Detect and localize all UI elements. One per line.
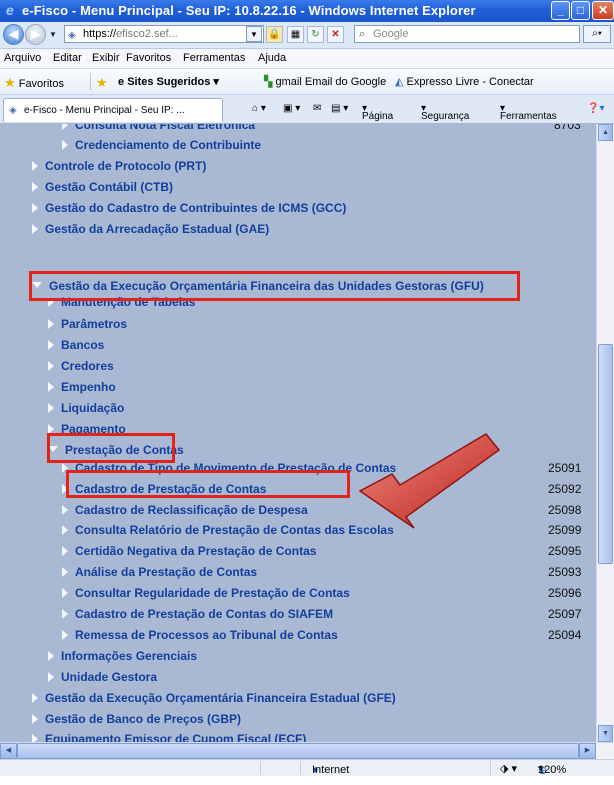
vertical-scrollbar[interactable]: ▲ ▼ [596,124,614,742]
scroll-down-button[interactable]: ▼ [598,725,613,742]
tab-label: e-Fisco - Menu Principal - Seu IP: ... [24,105,185,116]
menu-editar[interactable]: Editar [53,52,82,64]
tab-bar: ◈ e-Fisco - Menu Principal - Seu IP: ... … [0,95,614,124]
expresso-link[interactable]: ◭ Expresso Livre - Conectar [395,75,534,88]
mail-icon[interactable]: ✉ [313,103,321,114]
browser-window: e e-Fisco - Menu Principal - Seu IP: 10.… [0,0,614,776]
forward-button[interactable]: ▶ [25,24,46,45]
url-prefix: https:// [83,28,117,40]
vertical-scroll-thumb[interactable] [598,344,613,564]
back-button[interactable]: ◀ [3,24,24,45]
address-dropdown-button[interactable]: ▼ [246,26,262,42]
add-favorites-icon[interactable]: ★ [96,75,108,91]
refresh-icon[interactable]: ↻ [307,26,324,43]
search-button[interactable]: ⌕▾ [583,25,611,43]
expresso-icon: ◭ [395,76,404,88]
zoom-label: 120% [538,764,567,776]
horizontal-scroll-thumb[interactable] [17,743,579,759]
favorites-bar: ★ Favoritos ★ e Sites Sugeridos ▾ ▚ gmai… [0,69,614,95]
menu-content: Consulta Nota Fiscal Eletrônica 8703 Crede… [0,124,596,742]
page-favicon-icon: ◈ [68,30,76,41]
status-bar: ● Internet ⬗ ▾ ⊕ 120% ▾ [0,759,614,776]
address-toolbar: ◀ ▶ ▼ ◈ https://efisco2.sef... ▼ 🔒 ▦ ↻ ✕ … [0,22,614,49]
page-menu-label: Página [362,111,394,122]
status-divider [260,761,261,775]
close-button[interactable]: ✕ [592,1,614,20]
favorites-label: Favoritos [18,78,64,90]
scroll-up-button[interactable]: ▲ [598,124,613,141]
menu-exibir[interactable]: Exibir [92,52,120,64]
zone-label: Internet [312,764,350,776]
suggested-sites-label: Sites Sugeridos [127,76,211,88]
ie-logo-icon: e [6,2,14,18]
url-host: efisco2.sef... [116,28,178,40]
stop-icon[interactable]: ✕ [327,26,344,43]
scroll-left-button[interactable]: ◀ [0,743,17,759]
gmail-link[interactable]: ▚ gmail Email do Google [264,75,386,88]
search-input[interactable]: ⌕ Google [354,25,580,43]
scroll-right-button[interactable]: ▶ [579,743,596,759]
status-divider [300,761,301,775]
menu-ajuda[interactable]: Ajuda [258,52,286,64]
lock-icon[interactable]: 🔒 [266,26,283,43]
favorites-button[interactable]: ★ Favoritos [4,75,64,91]
security-menu-button[interactable]: Segurança ▾ [421,103,469,122]
search-placeholder: Google [373,28,409,40]
menu-ferramentas[interactable]: Ferramentas [183,52,245,64]
gmail-label: gmail Email do Google [275,76,387,88]
tools-menu-label: Ferramentas [500,111,557,122]
tools-menu-button[interactable]: Ferramentas ▾ [500,103,557,122]
suggested-sites-button[interactable]: e Sites Sugeridos ▾ [118,75,219,88]
expresso-label: Expresso Livre - Conectar [406,76,534,88]
zoom-button[interactable]: ⊕ 120% ▾ [538,762,566,776]
menu-favoritos[interactable]: Favoritos [126,52,171,64]
feeds-icon[interactable]: ▣ ▾ [283,103,300,114]
protected-mode-icon[interactable]: ⬗ ▾ [500,762,517,775]
compatibility-view-icon[interactable]: ▦ [287,26,304,43]
address-input[interactable]: ◈ https://efisco2.sef... [64,25,264,43]
pointer-arrow-icon [358,433,501,529]
maximize-button[interactable]: □ [571,1,590,20]
title-bar: e e-Fisco - Menu Principal - Seu IP: 10.… [0,0,614,22]
menu-arquivo[interactable]: Arquivo [4,52,41,64]
star-icon: ★ [4,75,16,90]
home-icon[interactable]: ⌂ ▾ [252,103,266,114]
history-dropdown-icon[interactable]: ▼ [49,30,57,39]
search-icon: ⌕ [359,28,366,40]
security-menu-label: Segurança [421,111,470,122]
minimize-button[interactable]: _ [551,1,570,20]
gmail-icon: ▚ [264,76,273,88]
print-icon[interactable]: ▤ ▾ [331,103,348,114]
status-divider [490,761,491,775]
separator [90,73,91,90]
window-title: e-Fisco - Menu Principal - Seu IP: 10.8.… [22,3,476,18]
tab-favicon-icon: ◈ [9,105,17,116]
tab-efisco[interactable]: ◈ e-Fisco - Menu Principal - Seu IP: ... [3,98,223,122]
horizontal-scrollbar[interactable]: ◀ ▶ [0,742,614,759]
help-icon[interactable]: ❓▾ [587,103,604,114]
menu-bar: Arquivo Editar Exibir Favoritos Ferramen… [0,49,614,69]
page-menu-button[interactable]: Página ▾ [362,103,393,122]
